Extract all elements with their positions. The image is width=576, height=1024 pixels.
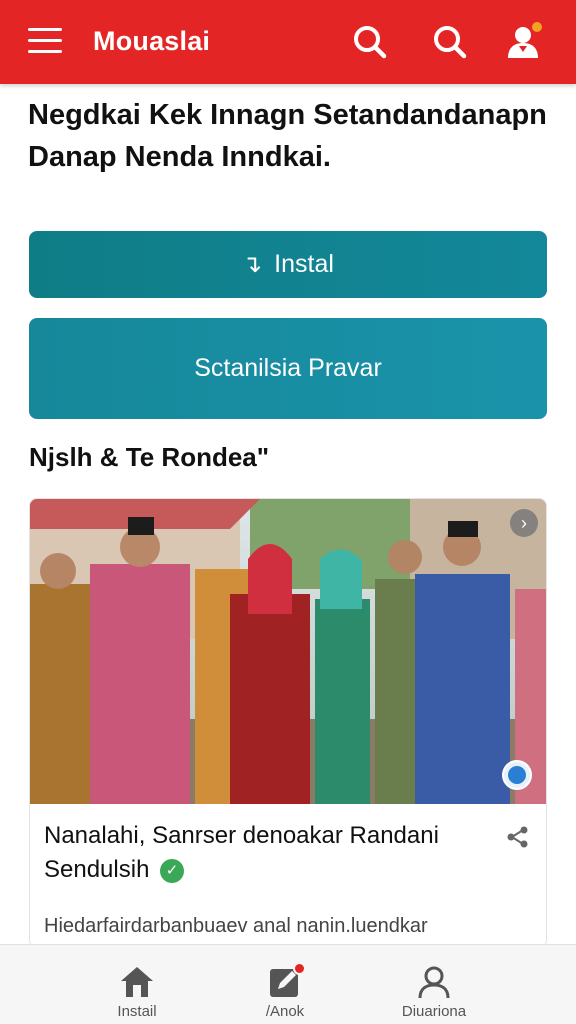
group-photo: › (30, 499, 546, 804)
hamburger-menu-icon[interactable] (28, 28, 62, 54)
nav-label-home: Instail (117, 1003, 157, 1020)
checkmark-badge-icon: ✓ (160, 858, 185, 883)
bottom-navigation: Instail /Anok Diuariona (0, 944, 576, 1024)
search-icon[interactable] (348, 20, 392, 64)
home-icon (121, 967, 153, 997)
search-icon[interactable] (428, 20, 472, 64)
nav-item-home[interactable]: Instail (72, 945, 202, 1024)
install-button-label: Instal (274, 250, 334, 278)
secondary-action-button[interactable]: Sctanilsia Pravar (29, 318, 547, 419)
card-title: Nanalahi, Sanrser denoakar Randani Sendu… (44, 819, 484, 887)
user-icon (418, 966, 450, 999)
nav-label-edit: /Anok (265, 1003, 305, 1020)
user-icon[interactable] (502, 20, 546, 64)
install-arrow-icon: ↴ (242, 251, 263, 278)
nav-item-edit[interactable]: /Anok (220, 945, 350, 1024)
install-button[interactable]: ↴ Instal (29, 231, 547, 298)
chat-bubble-icon[interactable] (502, 760, 532, 790)
page-heading: Negdkai Kek Innagn Setandandanapn Danap … (28, 99, 547, 173)
chevron-right-icon[interactable]: › (510, 509, 538, 537)
nav-item-profile[interactable]: Diuariona (369, 945, 499, 1024)
notification-dot (530, 20, 544, 34)
section-title: Njslh & Te Rondea" (29, 442, 270, 472)
top-app-bar: Mouaslai (0, 0, 576, 84)
card-title-text: Nanalahi, Sanrser denoakar Randani Sendu… (44, 822, 439, 883)
nav-label-profile: Diuariona (401, 1003, 467, 1020)
notification-dot (293, 962, 306, 975)
card-subtitle: Hiedarfairdarbanbuaev anal nanin.luendka… (44, 915, 428, 937)
secondary-button-label: Sctanilsia Pravar (194, 354, 382, 382)
share-icon[interactable] (506, 825, 530, 849)
news-card[interactable]: › Nanalahi, Sanrser denoakar Randani Sen… (29, 498, 547, 948)
app-title: Mouaslai (93, 26, 211, 56)
